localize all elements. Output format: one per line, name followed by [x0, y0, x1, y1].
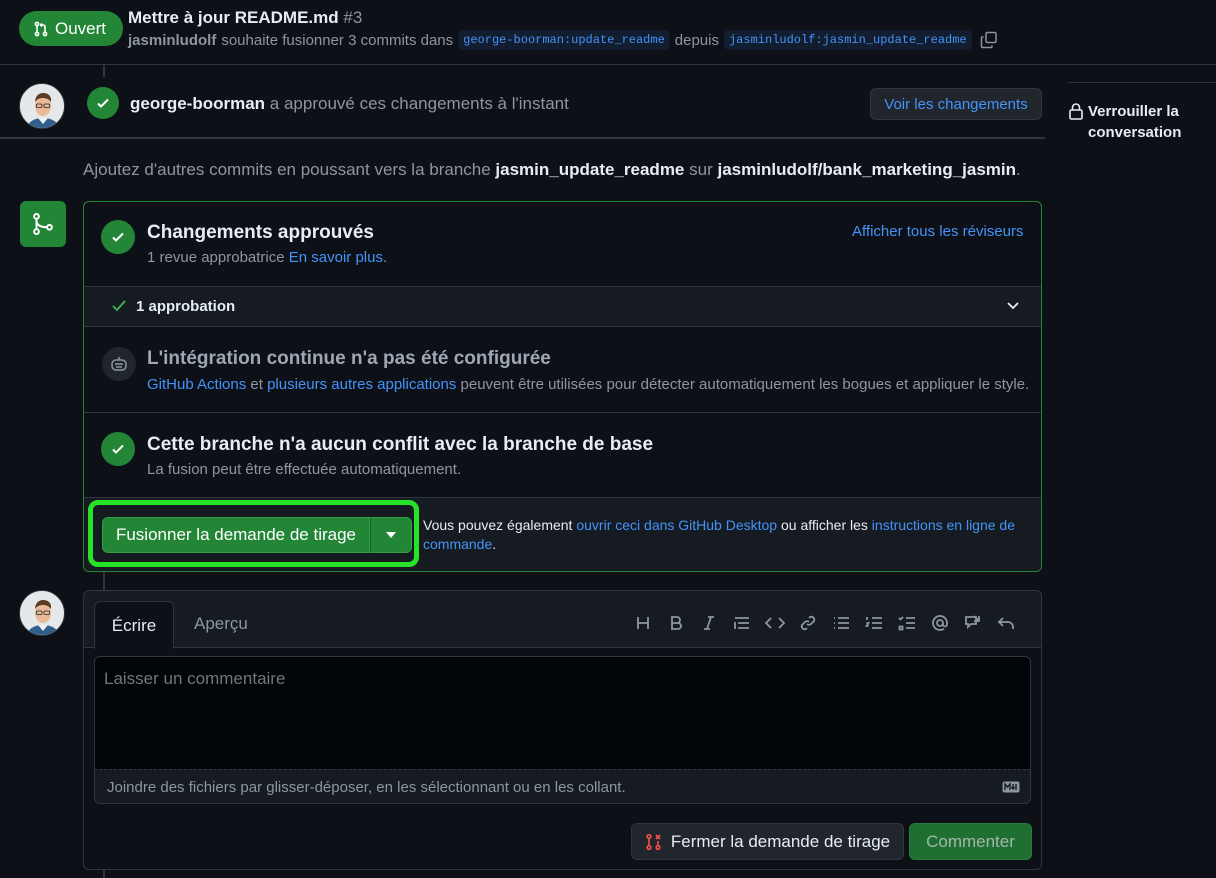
ci-section: L'intégration continue n'a pas été confi… — [84, 327, 1041, 413]
merge-alternative-text: Vous pouvez également ouvrir ceci dans G… — [423, 516, 1033, 554]
review-action: a approuvé ces changements à l'instant — [269, 94, 569, 113]
pull-request-icon — [34, 21, 48, 36]
approved-check-icon — [87, 87, 119, 119]
task-list-icon[interactable] — [895, 613, 919, 633]
italic-icon[interactable] — [697, 613, 721, 633]
hint-branch: jasmin_update_readme — [495, 160, 685, 179]
hint-suffix: . — [1016, 160, 1021, 179]
tab-preview[interactable]: Aperçu — [194, 614, 248, 634]
bold-icon[interactable] — [664, 613, 688, 633]
review-text: george-boorman a approuvé ces changement… — [130, 94, 569, 114]
pr-header: Ouvert Mettre à jour README.md #3 jasmin… — [0, 0, 1216, 65]
show-reviewers-link[interactable]: Afficher tous les réviseurs — [852, 223, 1023, 240]
check-circle-icon — [101, 220, 135, 254]
approved-section: Changements approuvés 1 revue approbatri… — [84, 202, 1041, 287]
hint-repo: jasminludolf/bank_marketing_jasmin — [717, 160, 1017, 179]
review-event: george-boorman a approuvé ces changement… — [0, 75, 1045, 139]
view-changes-button[interactable]: Voir les changements — [870, 88, 1042, 120]
comment-button[interactable]: Commenter — [909, 823, 1032, 860]
reference-icon[interactable] — [961, 613, 985, 633]
quote-icon[interactable] — [730, 613, 754, 633]
avatar[interactable] — [19, 83, 65, 129]
base-branch-tag[interactable]: george-boorman:update_readme — [458, 30, 670, 50]
state-badge: Ouvert — [19, 11, 124, 46]
lock-label-line2: conversation — [1088, 124, 1182, 141]
state-label: Ouvert — [55, 18, 107, 38]
merge-button-highlight — [88, 500, 419, 567]
comment-textarea[interactable] — [94, 656, 1031, 770]
approved-title: Changements approuvés — [147, 222, 374, 243]
meta-text: souhaite fusionner 3 commits dans — [221, 31, 454, 49]
code-icon[interactable] — [763, 613, 787, 633]
reviewer-link[interactable]: george-boorman — [130, 94, 265, 113]
attach-files-bar[interactable]: Joindre des fichiers par glisser-déposer… — [94, 769, 1031, 804]
alt-middle: ou afficher les — [781, 517, 868, 533]
undo-icon[interactable] — [994, 613, 1018, 633]
page-title: Mettre à jour README.md #3 — [128, 8, 362, 28]
avatar[interactable] — [19, 590, 65, 636]
check-icon — [112, 300, 126, 312]
approved-sub-text: 1 revue approbatrice — [147, 249, 285, 266]
close-pr-button[interactable]: Fermer la demande de tirage — [631, 823, 904, 860]
git-merge-icon — [20, 201, 66, 247]
attach-text: Joindre des fichiers par glisser-déposer… — [107, 779, 626, 796]
author-link[interactable]: jasminludolf — [128, 32, 216, 49]
alt-prefix: Vous pouvez également — [423, 517, 573, 533]
approvals-count: 1 approbation — [136, 298, 236, 315]
copy-icon[interactable] — [980, 31, 998, 49]
ci-rest: peuvent être utilisées pour détecter aut… — [460, 376, 1030, 393]
github-actions-link[interactable]: GitHub Actions — [147, 376, 246, 393]
comment-box: Écrire Aperçu Joindre des fichiers par g… — [83, 590, 1042, 870]
learn-more-suffix: . — [382, 249, 388, 266]
push-hint: Ajoutez d'autres commits en poussant ver… — [83, 160, 1021, 180]
lock-icon — [1069, 103, 1083, 120]
ci-subtitle: GitHub Actions et plusieurs autres appli… — [147, 376, 1029, 393]
check-circle-icon — [101, 432, 135, 466]
ci-title: L'intégration continue n'a pas été confi… — [147, 348, 551, 369]
heading-icon[interactable] — [631, 613, 655, 633]
robot-icon — [102, 347, 136, 381]
close-pr-label: Fermer la demande de tirage — [670, 831, 891, 851]
markdown-icon — [1002, 781, 1020, 793]
alt-suffix: . — [492, 536, 497, 552]
link-icon[interactable] — [796, 613, 820, 633]
markdown-toolbar — [631, 613, 1018, 633]
head-branch-tag[interactable]: jasminludolf:jasmin_update_readme — [723, 30, 972, 50]
conflict-section: Cette branche n'a aucun conflit avec la … — [84, 413, 1041, 498]
ci-and: et — [250, 376, 263, 393]
pr-closed-icon — [646, 833, 661, 850]
timeline-line — [103, 572, 105, 592]
chevron-down-icon[interactable] — [1006, 301, 1020, 311]
lock-conversation-link[interactable]: Verrouiller la conversation — [1068, 82, 1216, 143]
approvals-toggle[interactable]: 1 approbation — [84, 287, 1041, 327]
from-text: depuis — [674, 31, 719, 49]
hint-middle: sur — [689, 160, 713, 179]
comment-header: Écrire Aperçu — [84, 591, 1041, 649]
lock-label-line1: Verrouiller la — [1088, 103, 1179, 120]
mention-icon[interactable] — [928, 613, 952, 633]
conflict-subtitle: La fusion peut être effectuée automatiqu… — [147, 461, 462, 478]
pr-title-text: Mettre à jour README.md — [128, 8, 339, 27]
ordered-list-icon[interactable] — [862, 613, 886, 633]
tab-write[interactable]: Écrire — [94, 601, 174, 649]
approved-subtitle: 1 revue approbatrice En savoir plus. — [147, 249, 387, 266]
other-apps-link[interactable]: plusieurs autres applications — [267, 376, 456, 393]
learn-more-link[interactable]: En savoir plus — [289, 249, 383, 266]
merge-box: Changements approuvés 1 revue approbatri… — [83, 201, 1042, 572]
unordered-list-icon[interactable] — [829, 613, 853, 633]
hint-prefix: Ajoutez d'autres commits en poussant ver… — [83, 160, 491, 179]
pr-meta: jasminludolf souhaite fusionner 3 commit… — [128, 30, 998, 50]
merge-actions: Fusionner la demande de tirage Vous pouv… — [84, 498, 1041, 571]
pr-number: #3 — [343, 8, 363, 27]
conflict-title: Cette branche n'a aucun conflit avec la … — [147, 434, 654, 455]
open-desktop-link[interactable]: ouvrir ceci dans GitHub Desktop — [576, 517, 777, 533]
